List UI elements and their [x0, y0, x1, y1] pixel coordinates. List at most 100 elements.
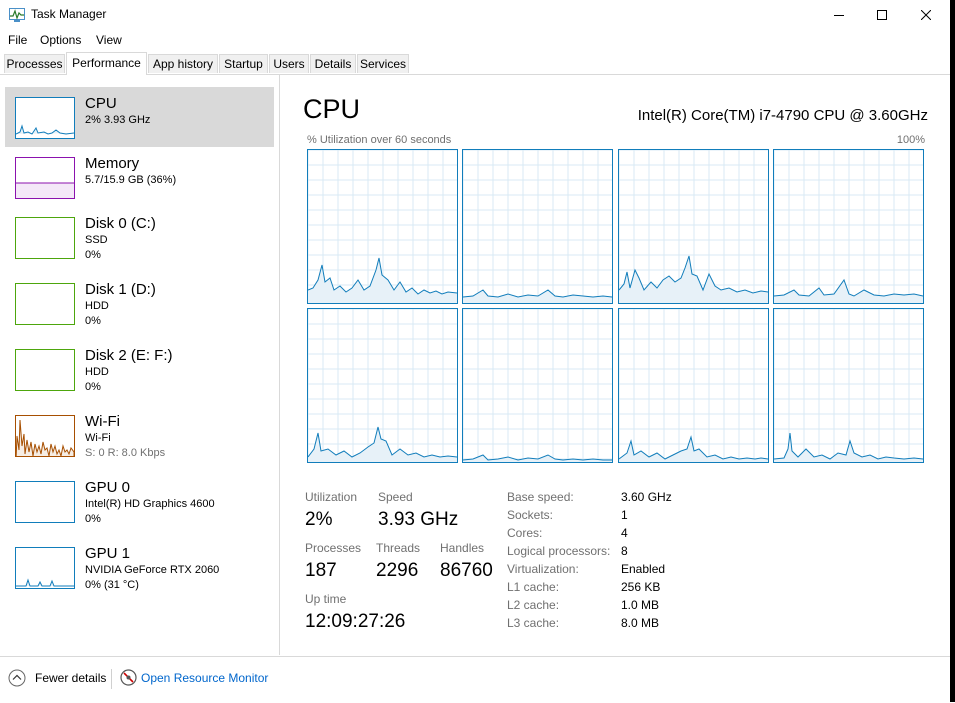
spec-label: Virtualization:: [507, 562, 579, 576]
logical-processor-graph: [773, 308, 924, 463]
tab-performance[interactable]: Performance: [66, 52, 147, 75]
speed-value: 3.93 GHz: [378, 509, 459, 530]
spec-label: L2 cache:: [507, 598, 560, 612]
spec-value: 4: [621, 526, 628, 540]
sidebar-item-type: SSD: [85, 234, 108, 246]
disk-thumbnail-graph: [15, 217, 75, 259]
sidebar-item-type: HDD: [85, 366, 109, 378]
maximize-button[interactable]: [859, 0, 905, 30]
tab-services[interactable]: Services: [357, 54, 409, 73]
processes-value: 187: [305, 560, 337, 581]
tab-processes[interactable]: Processes: [4, 54, 65, 73]
sidebar-item-gpu-0[interactable]: GPU 0 Intel(R) HD Graphics 4600 0%: [5, 471, 274, 531]
uptime-label: Up time: [305, 592, 347, 606]
utilization-label: Utilization: [305, 490, 358, 504]
disk-thumbnail-graph: [15, 283, 75, 325]
sidebar-item-name: Disk 0 (C:): [85, 215, 156, 232]
sidebar-item-gpu-1[interactable]: GPU 1 NVIDIA GeForce RTX 2060 0% (31 °C): [5, 537, 274, 597]
sidebar-item-name: Disk 1 (D:): [85, 281, 156, 298]
uptime-value: 12:09:27:26: [305, 611, 406, 632]
logical-processor-graph: [307, 149, 458, 304]
sidebar-item-name: CPU: [85, 95, 117, 112]
spec-value: 3.60 GHz: [621, 490, 672, 504]
cpu-detail-panel: CPU Intel(R) Core(TM) i7-4790 CPU @ 3.60…: [280, 75, 950, 655]
speed-label: Speed: [378, 490, 413, 504]
sidebar-item-memory[interactable]: Memory 5.7/15.9 GB (36%): [5, 147, 274, 207]
tab-startup[interactable]: Startup: [219, 54, 268, 73]
spec-label: Cores:: [507, 526, 543, 540]
sidebar-item-disk-0[interactable]: Disk 0 (C:) SSD 0%: [5, 207, 274, 267]
menu-bar: File Options View: [0, 30, 955, 50]
sidebar-item-throughput: S: 0 R: 8.0 Kbps: [85, 447, 166, 459]
sidebar-item-cpu[interactable]: CPU 2% 3.93 GHz: [5, 87, 274, 147]
spec-label: L3 cache:: [507, 616, 560, 630]
resource-monitor-label: Open Resource Monitor: [141, 671, 269, 685]
threads-label: Threads: [376, 541, 421, 555]
sidebar-item-detail: 5.7/15.9 GB (36%): [85, 174, 177, 186]
sidebar-item-name: Wi-Fi: [85, 413, 120, 430]
sidebar-item-usage: 0%: [85, 249, 101, 261]
minimize-icon: [834, 15, 844, 16]
task-manager-icon: [9, 8, 25, 22]
menu-view[interactable]: View: [96, 33, 122, 47]
spec-value: 8.0 MB: [621, 616, 660, 630]
logical-processor-graph: [618, 149, 769, 304]
window-edge: [950, 0, 955, 702]
wifi-thumbnail-graph: [15, 415, 75, 457]
memory-thumbnail-graph: [15, 157, 75, 199]
graph-caption: % Utilization over 60 seconds: [307, 134, 452, 146]
sidebar-item-name: Memory: [85, 155, 140, 172]
sidebar-item-usage: 0% (31 °C): [85, 579, 139, 591]
close-button[interactable]: [903, 0, 949, 30]
resource-monitor-icon: [120, 669, 137, 686]
sidebar-item-usage: 0%: [85, 381, 101, 393]
sidebar-item-type: HDD: [85, 300, 109, 312]
collapse-chevron-icon: [8, 669, 26, 687]
gpu-thumbnail-graph: [15, 547, 75, 589]
sidebar-item-model: NVIDIA GeForce RTX 2060: [85, 564, 220, 576]
footer-bar: Fewer details Open Resource Monitor: [0, 656, 950, 703]
sidebar-item-disk-1[interactable]: Disk 1 (D:) HDD 0%: [5, 273, 274, 333]
tab-users[interactable]: Users: [269, 54, 309, 73]
logical-processor-graph: [307, 308, 458, 463]
tab-app-history[interactable]: App history: [148, 54, 218, 73]
utilization-value: 2%: [305, 509, 333, 530]
spec-value: 256 KB: [621, 580, 661, 594]
sidebar-item-usage: 0%: [85, 513, 101, 525]
sidebar-item-disk-2[interactable]: Disk 2 (E: F:) HDD 0%: [5, 339, 274, 399]
sidebar-item-name: Disk 2 (E: F:): [85, 347, 173, 364]
cpu-thumbnail-graph: [15, 97, 75, 139]
tab-bar: Processes Performance App history Startu…: [0, 52, 955, 75]
gpu-thumbnail-graph: [15, 481, 75, 523]
page-title: CPU: [303, 94, 361, 124]
menu-file[interactable]: File: [8, 33, 27, 47]
footer-divider: [111, 669, 112, 689]
sidebar-item-name: GPU 0: [85, 479, 131, 496]
cpu-model-name: Intel(R) Core(TM) i7-4790 CPU @ 3.60GHz: [637, 107, 928, 124]
spec-label: Base speed:: [507, 490, 574, 504]
menu-options[interactable]: Options: [40, 33, 81, 47]
spec-value: 1: [621, 508, 628, 522]
logical-processor-graph: [462, 149, 613, 304]
spec-label: Sockets:: [507, 508, 554, 522]
title-bar: Task Manager: [0, 0, 955, 30]
graph-max-label: 100%: [896, 134, 925, 146]
spec-value: 1.0 MB: [621, 598, 660, 612]
sidebar-item-name: GPU 1: [85, 545, 131, 562]
disk-thumbnail-graph: [15, 349, 75, 391]
logical-processor-graph: [773, 149, 924, 304]
fewer-details-label: Fewer details: [35, 671, 107, 685]
tab-details[interactable]: Details: [310, 54, 356, 73]
spec-value: 8: [621, 544, 628, 558]
processes-label: Processes: [305, 541, 362, 555]
spec-value: Enabled: [621, 562, 666, 576]
logical-processor-graph: [462, 308, 613, 463]
handles-value: 86760: [440, 560, 493, 581]
sidebar-item-wifi[interactable]: Wi-Fi Wi-Fi S: 0 R: 8.0 Kbps: [5, 405, 274, 465]
sidebar-item-usage: 0%: [85, 315, 101, 327]
logical-processor-graph: [618, 308, 769, 463]
close-icon: [921, 10, 931, 20]
minimize-button[interactable]: [816, 0, 862, 30]
resource-sidebar: CPU 2% 3.93 GHz Memory 5.7/15.9 GB (36%)…: [0, 75, 280, 655]
sidebar-item-type: Wi-Fi: [85, 432, 111, 444]
